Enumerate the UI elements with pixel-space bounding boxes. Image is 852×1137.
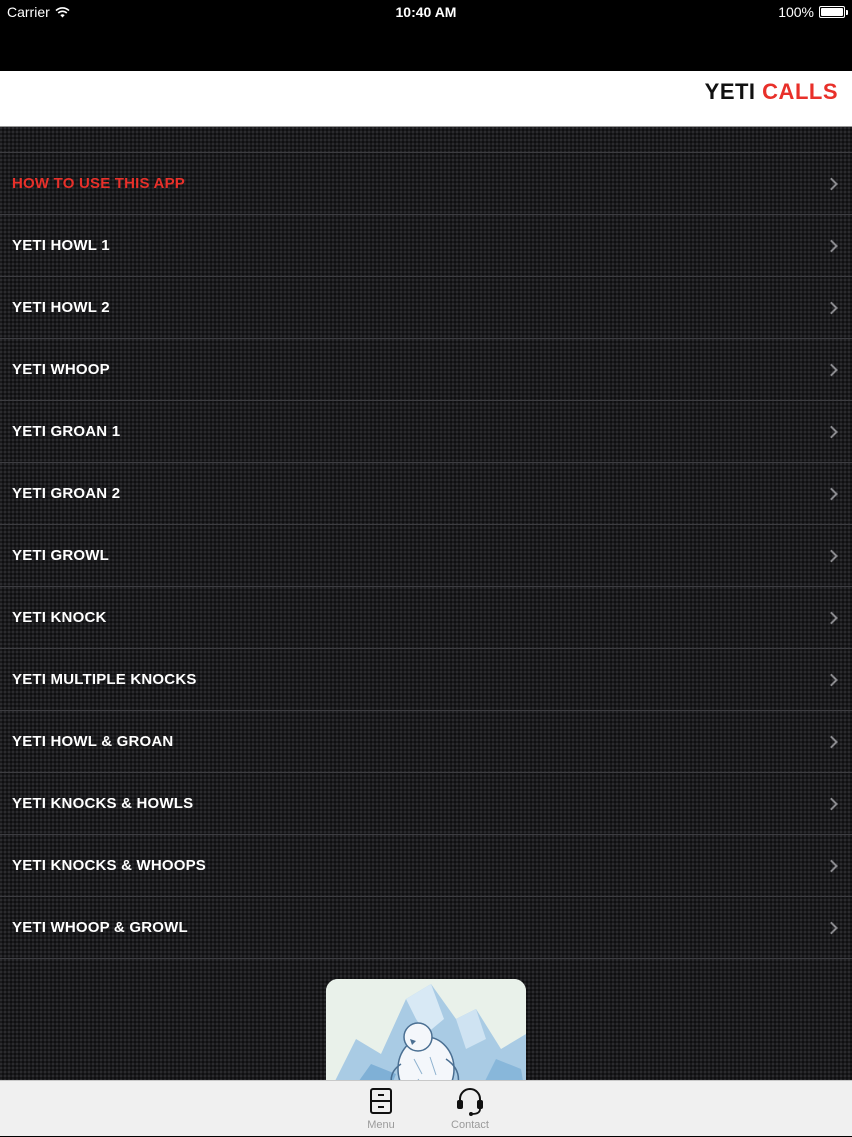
chevron-right-icon — [825, 673, 838, 686]
menu-item-whoop[interactable]: YETI WHOOP — [0, 339, 852, 401]
battery-percent: 100% — [778, 4, 814, 20]
chevron-right-icon — [825, 363, 838, 376]
menu-item-howl-1[interactable]: YETI HOWL 1 — [0, 215, 852, 277]
tab-menu-label: Menu — [367, 1119, 395, 1131]
menu-item-label: YETI WHOOP & GROWL — [12, 919, 188, 936]
menu-item-howl-2[interactable]: YETI HOWL 2 — [0, 277, 852, 339]
page-title-part2: CALLS — [762, 79, 838, 104]
tab-menu[interactable]: Menu — [341, 1085, 421, 1137]
chevron-right-icon — [825, 301, 838, 314]
menu-item-label: YETI GROAN 1 — [12, 423, 121, 440]
menu-item-label: YETI GROWL — [12, 547, 109, 564]
tab-contact-label: Contact — [451, 1119, 489, 1131]
list-top-spacer — [0, 127, 852, 153]
chevron-right-icon — [825, 487, 838, 500]
menu-item-label: YETI KNOCK — [12, 609, 107, 626]
status-right: 100% — [778, 4, 848, 20]
menu-item-label: YETI MULTIPLE KNOCKS — [12, 671, 197, 688]
tab-bar: Menu Contact — [0, 1080, 852, 1136]
menu-item-label: YETI KNOCKS & WHOOPS — [12, 857, 207, 874]
menu-item-label: YETI HOWL 1 — [12, 237, 110, 254]
menu-item-knocks-whoops[interactable]: YETI KNOCKS & WHOOPS — [0, 835, 852, 897]
menu-item-groan-2[interactable]: YETI GROAN 2 — [0, 463, 852, 525]
chevron-right-icon — [825, 797, 838, 810]
status-time: 10:40 AM — [395, 4, 457, 20]
status-bar: Carrier 10:40 AM 100% — [0, 0, 852, 71]
chevron-right-icon — [825, 425, 838, 438]
menu-item-label: YETI WHOOP — [12, 361, 110, 378]
menu-item-howl-groan[interactable]: YETI HOWL & GROAN — [0, 711, 852, 773]
page-title-part1: YETI — [704, 79, 756, 104]
menu-item-label: YETI GROAN 2 — [12, 485, 121, 502]
menu-item-label: YETI HOWL 2 — [12, 299, 110, 316]
page-title: YETI CALLS — [705, 79, 838, 105]
chevron-right-icon — [825, 549, 838, 562]
tab-contact[interactable]: Contact — [430, 1085, 510, 1137]
chevron-right-icon — [825, 735, 838, 748]
chevron-right-icon — [825, 177, 838, 190]
menu-item-knock[interactable]: YETI KNOCK — [0, 587, 852, 649]
menu-item-label: YETI KNOCKS & HOWLS — [12, 795, 194, 812]
chevron-right-icon — [825, 239, 838, 252]
menu-list[interactable]: HOW TO USE THIS APP YETI HOWL 1 YETI HOW… — [0, 127, 852, 1080]
file-cabinet-icon — [370, 1088, 392, 1114]
chevron-right-icon — [825, 611, 838, 624]
menu-item-label: YETI HOWL & GROAN — [12, 733, 174, 750]
menu-item-whoop-growl[interactable]: YETI WHOOP & GROWL — [0, 897, 852, 959]
menu-item-knocks-howls[interactable]: YETI KNOCKS & HOWLS — [0, 773, 852, 835]
yeti-illustration — [326, 979, 526, 1080]
menu-item-label: HOW TO USE THIS APP — [12, 175, 185, 192]
nav-bar: YETI CALLS — [0, 71, 852, 127]
headset-icon — [457, 1088, 483, 1116]
menu-item-growl[interactable]: YETI GROWL — [0, 525, 852, 587]
menu-item-how-to-use[interactable]: HOW TO USE THIS APP — [0, 153, 852, 215]
battery-icon — [819, 6, 848, 18]
menu-item-groan-1[interactable]: YETI GROAN 1 — [0, 401, 852, 463]
menu-item-multiple-knocks[interactable]: YETI MULTIPLE KNOCKS — [0, 649, 852, 711]
chevron-right-icon — [825, 859, 838, 872]
chevron-right-icon — [825, 921, 838, 934]
